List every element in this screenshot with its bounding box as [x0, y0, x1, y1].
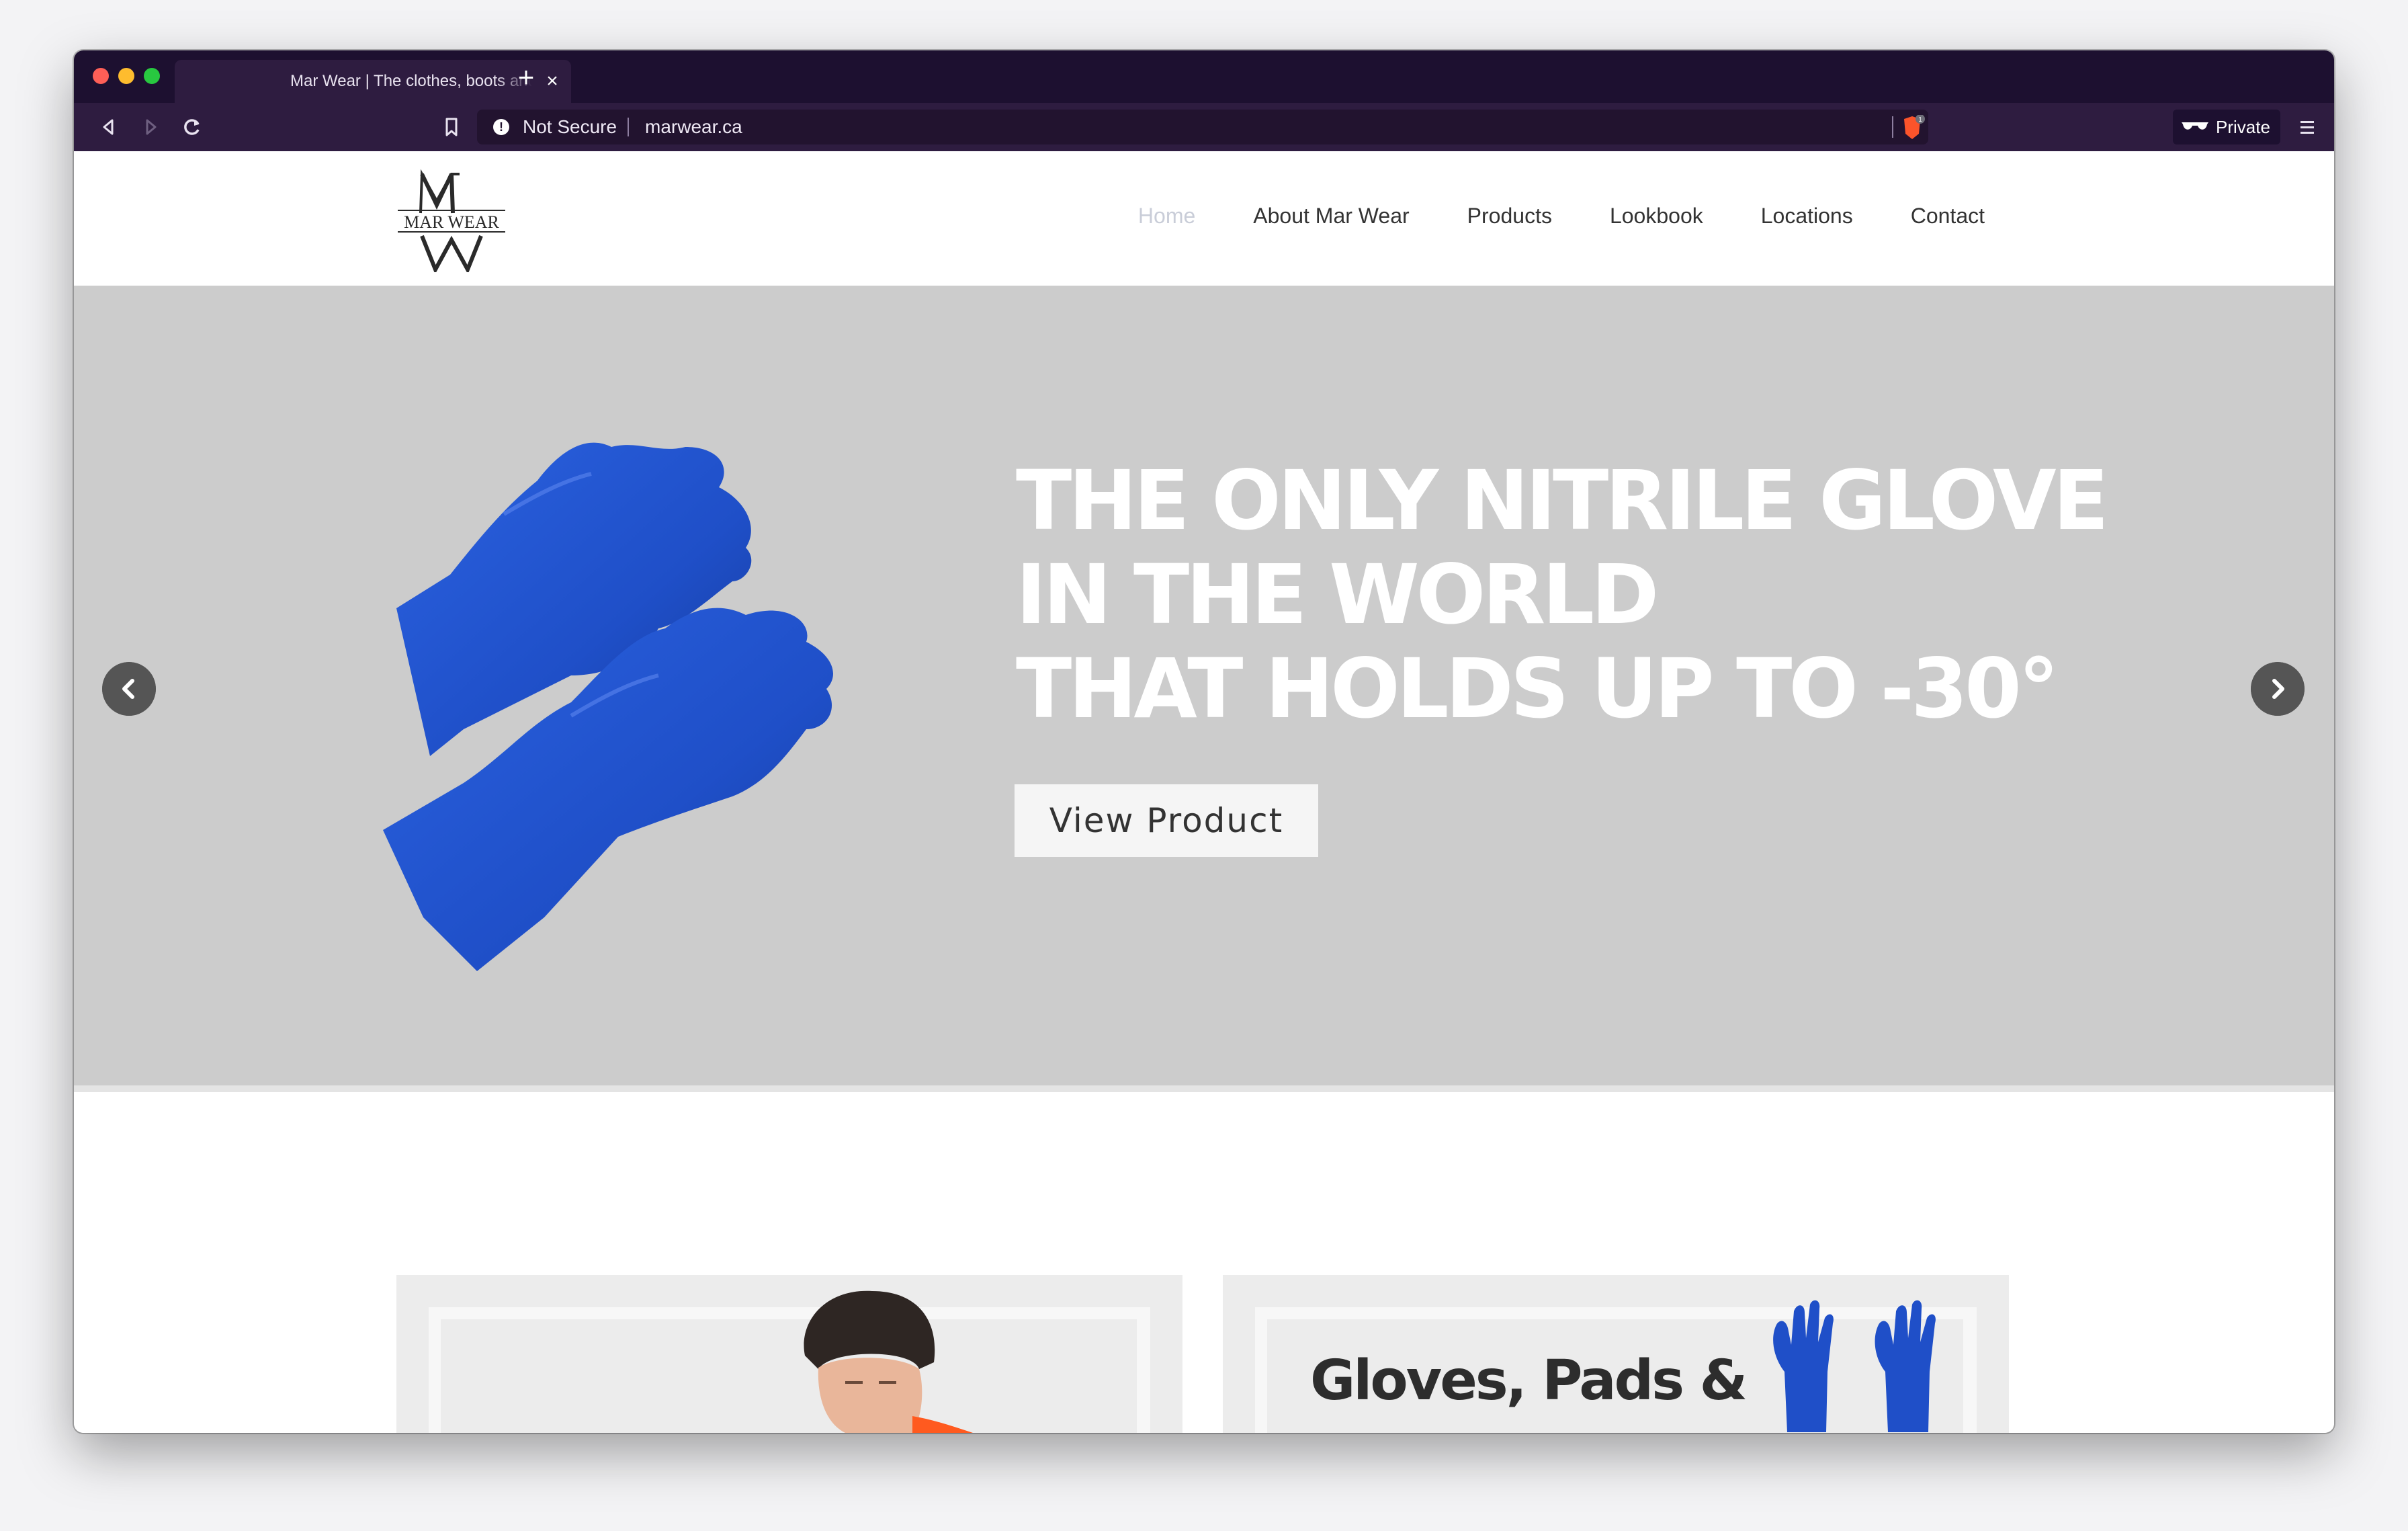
reload-icon[interactable]: [176, 111, 208, 143]
view-product-button[interactable]: View Product: [1015, 784, 1318, 857]
worker-photo: [804, 1290, 973, 1433]
browser-window: Mar Wear | The clothes, boots and × + ! …: [74, 50, 2334, 1433]
headline-line-3: THAT HOLDS UP TO -30°: [1016, 641, 2059, 737]
nav-locations[interactable]: Locations: [1761, 204, 1853, 229]
address-bar[interactable]: ! Not Secure marwear.ca: [477, 110, 1928, 144]
address-separator-right: [1892, 116, 1893, 138]
security-label: Not Secure: [523, 116, 617, 137]
slider-prev-icon[interactable]: [102, 662, 156, 716]
shield-count: 1: [1918, 116, 1922, 124]
mar-wear-logo[interactable]: MAR WEAR: [395, 166, 508, 272]
hero-headline: THE ONLY NITRILE GLOVE IN THE WORLD THAT…: [1016, 453, 2109, 737]
card-title: Gloves, Pads &: [1310, 1349, 1748, 1413]
url-text[interactable]: marwear.ca: [645, 110, 742, 144]
headline-line-1: THE ONLY NITRILE GLOVE: [1016, 453, 2109, 548]
browser-toolbar: ! Not Secure marwear.ca 1 Private: [74, 103, 2334, 151]
main-navigation: Home About Mar Wear Products Lookbook Lo…: [1138, 204, 1985, 229]
headline-line-2: IN THE WORLD: [1016, 547, 1659, 643]
brave-shield-icon[interactable]: 1: [1901, 115, 1926, 142]
forward-icon[interactable]: [134, 111, 167, 143]
favicon-icon: [242, 73, 258, 89]
nav-contact[interactable]: Contact: [1911, 204, 1985, 229]
back-icon[interactable]: [93, 111, 125, 143]
category-card[interactable]: [396, 1275, 1182, 1433]
tab-title: Mar Wear | The clothes, boots and: [290, 72, 532, 90]
gloves-thumbnail: [1773, 1300, 1936, 1432]
private-label: Private: [2216, 117, 2270, 137]
nav-lookbook[interactable]: Lookbook: [1610, 204, 1703, 229]
minimize-window-button[interactable]: [118, 68, 134, 84]
private-window-badge: Private: [2173, 110, 2280, 144]
new-tab-button[interactable]: +: [509, 58, 543, 96]
tab-close-icon[interactable]: ×: [539, 60, 566, 103]
category-card-gloves[interactable]: Gloves, Pads &: [1223, 1275, 2009, 1433]
menu-icon[interactable]: [2291, 111, 2323, 143]
site-header: MAR WEAR Home About Mar Wear Products Lo…: [74, 151, 2334, 286]
nav-home[interactable]: Home: [1138, 204, 1195, 229]
nitrile-gloves-image: [383, 442, 833, 971]
tab-bar: Mar Wear | The clothes, boots and × +: [74, 50, 2334, 103]
not-secure-icon[interactable]: !: [493, 119, 509, 135]
hero-bottom-border: [74, 1085, 2334, 1092]
hero-slider: THE ONLY NITRILE GLOVE IN THE WORLD THAT…: [74, 286, 2334, 1085]
private-glasses-icon: [2182, 122, 2208, 130]
nav-products[interactable]: Products: [1467, 204, 1552, 229]
address-separator: [628, 118, 629, 136]
web-page: MAR WEAR Home About Mar Wear Products Lo…: [74, 151, 2334, 1433]
slider-next-icon[interactable]: [2251, 662, 2305, 716]
logo-text: MAR WEAR: [404, 212, 499, 232]
close-window-button[interactable]: [93, 68, 109, 84]
bookmark-icon[interactable]: [435, 111, 468, 143]
zoom-window-button[interactable]: [144, 68, 160, 84]
nav-about[interactable]: About Mar Wear: [1253, 204, 1409, 229]
